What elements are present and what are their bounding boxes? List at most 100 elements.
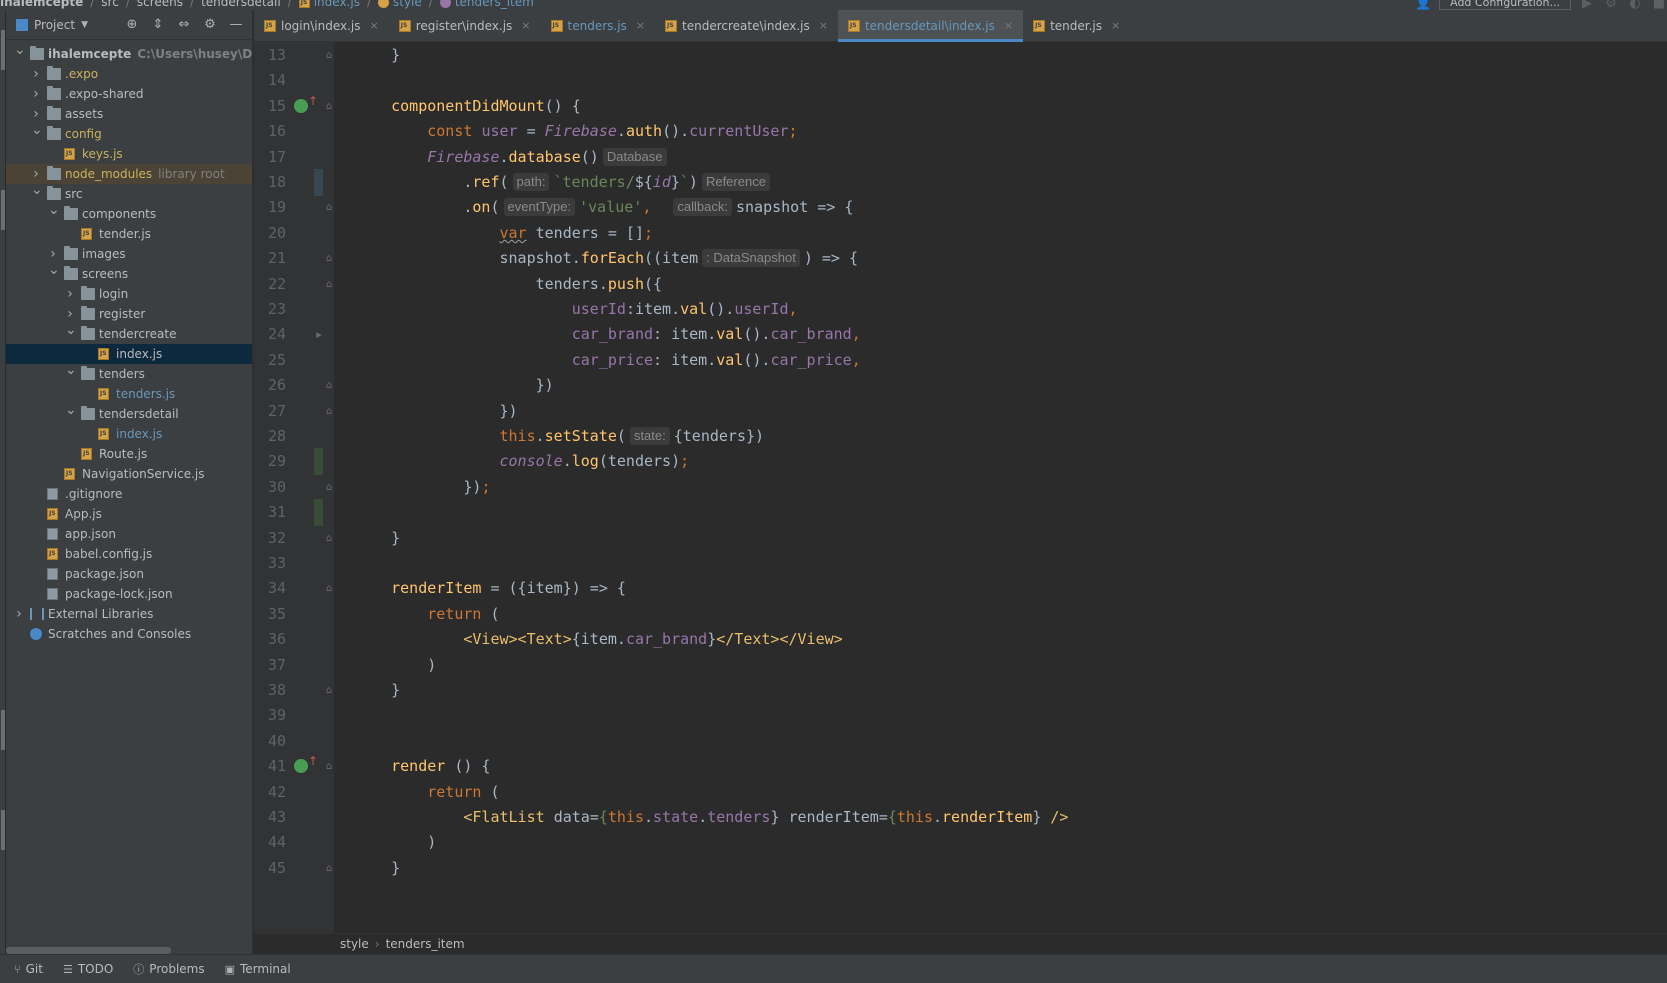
nav-crumb-tendersdetail[interactable]: tendersdetail — [201, 0, 281, 9]
gutter-line[interactable]: 23 — [254, 296, 334, 323]
chevron-down-icon[interactable]: ⌄ — [48, 200, 60, 220]
commit-tool-tab[interactable] — [1, 190, 5, 230]
collapse-all-icon[interactable]: ⇔ — [176, 17, 192, 33]
tree-item[interactable]: ⌄ src — [6, 182, 252, 204]
gutter-line[interactable]: 18 — [254, 169, 334, 196]
code-line[interactable]: tenders.push({ — [334, 271, 1667, 298]
chevron-right-icon[interactable]: › — [31, 64, 41, 84]
tree-item[interactable]: tender.js — [6, 224, 252, 244]
tree-item[interactable]: package-lock.json — [6, 584, 252, 604]
close-icon[interactable]: × — [370, 19, 379, 32]
tree-item[interactable]: keys.js — [6, 144, 252, 164]
gutter-line[interactable]: 31 — [254, 499, 334, 526]
code-line[interactable]: ) — [334, 829, 1667, 856]
gutter-line[interactable]: 20 — [254, 220, 334, 247]
fold-marker-icon[interactable]: ⌂ — [324, 93, 334, 120]
code-line[interactable]: ) — [334, 652, 1667, 679]
terminal-tool-button[interactable]: ▣ Terminal — [225, 962, 291, 976]
gutter-line[interactable]: 24 ▸ — [254, 321, 334, 348]
code-line[interactable]: } — [334, 525, 1667, 552]
code-line[interactable]: renderItem = ({item}) => { — [334, 575, 1667, 602]
stop-icon[interactable]: ■ — [1651, 0, 1667, 10]
tree-item[interactable]: › register — [6, 304, 252, 324]
code-line[interactable] — [334, 702, 1667, 729]
editor-tab[interactable]: login\index.js × — [254, 10, 389, 41]
code-line[interactable]: <FlatList data={this.state.tenders} rend… — [334, 804, 1667, 831]
editor-tab[interactable]: tendersdetail\index.js × — [837, 10, 1024, 42]
gutter-line[interactable]: 32 ⌂ — [254, 525, 334, 552]
close-icon[interactable]: × — [521, 19, 530, 32]
chevron-right-icon[interactable]: › — [31, 84, 41, 104]
nav-crumb-file[interactable]: index.js — [314, 0, 360, 9]
gutter-line[interactable]: 21 ⌂ — [254, 245, 334, 272]
tree-item[interactable]: › node_modules library root — [6, 164, 252, 184]
code-line[interactable]: }) — [334, 398, 1667, 425]
fold-expand-icon[interactable]: ▸ — [314, 321, 324, 348]
breadcrumb-style[interactable]: style — [340, 937, 369, 951]
fold-marker-icon[interactable]: ⌂ — [324, 245, 334, 272]
favorites-tool-tab[interactable] — [1, 810, 5, 850]
tree-item[interactable]: babel.config.js — [6, 544, 252, 564]
code-line[interactable]: userId:item.val().userId, — [334, 296, 1667, 323]
add-configuration-button[interactable]: Add Configuration... — [1439, 0, 1571, 10]
gutter-line[interactable]: 14 — [254, 67, 334, 94]
vcs-added-marker[interactable] — [314, 499, 323, 526]
project-title[interactable]: Project — [34, 18, 75, 32]
code-line[interactable]: .on(eventType:'value', callback: snapshot… — [334, 194, 1667, 221]
code-line[interactable]: var tenders = []; — [334, 220, 1667, 247]
gutter-line[interactable]: 15 ⌂ — [254, 93, 334, 120]
todo-tool-button[interactable]: ☰ TODO — [63, 962, 113, 976]
tree-scrollbar[interactable] — [6, 947, 171, 954]
tree-item[interactable]: › .expo-shared — [6, 84, 252, 104]
chevron-right-icon[interactable]: › — [65, 284, 75, 304]
nav-crumb-project[interactable]: ihalemcepte — [0, 0, 83, 9]
gutter-line[interactable]: 41 ⌂ — [254, 753, 334, 780]
gutter-line[interactable]: 37 — [254, 652, 334, 679]
tree-item[interactable]: Scratches and Consoles — [6, 624, 252, 644]
project-tool-tab[interactable] — [1, 30, 5, 70]
tree-item[interactable]: NavigationService.js — [6, 464, 252, 484]
chevron-down-icon[interactable]: ⌄ — [65, 320, 77, 340]
fold-marker-icon[interactable]: ⌂ — [324, 753, 334, 780]
editor-tab[interactable]: tendercreate\index.js × — [655, 10, 838, 41]
chevron-down-icon[interactable]: ⌄ — [14, 40, 26, 60]
fold-marker-icon[interactable]: ⌂ — [324, 372, 334, 399]
gutter-line[interactable]: 35 — [254, 601, 334, 628]
tree-item[interactable]: › login — [6, 284, 252, 304]
code-line[interactable]: console.log(tenders); — [334, 448, 1667, 475]
fold-marker-icon[interactable]: ⌂ — [324, 398, 334, 425]
fold-marker-icon[interactable]: ⌂ — [324, 474, 334, 501]
breadcrumb-tenders-item[interactable]: tenders_item — [386, 937, 465, 951]
code-line[interactable]: return ( — [334, 779, 1667, 806]
fold-marker-icon[interactable]: ⌂ — [324, 525, 334, 552]
close-icon[interactable]: × — [1004, 19, 1013, 32]
coverage-icon[interactable]: ◐ — [1627, 0, 1643, 10]
code-line[interactable]: car_price: item.val().car_price, — [334, 347, 1667, 374]
code-line[interactable]: car_brand: item.val().car_brand, — [334, 321, 1667, 348]
git-tool-button[interactable]: ⑂ Git — [14, 962, 43, 976]
tree-item[interactable]: app.json — [6, 524, 252, 544]
close-icon[interactable]: × — [636, 19, 645, 32]
nav-crumb-style[interactable]: style — [393, 0, 422, 9]
tree-item[interactable]: › assets — [6, 104, 252, 124]
fold-marker-icon[interactable]: ⌂ — [324, 42, 334, 69]
tree-item[interactable]: index.js — [6, 344, 252, 364]
tree-item[interactable]: › images — [6, 244, 252, 264]
locate-icon[interactable]: ⊕ — [124, 17, 140, 33]
gutter-line[interactable]: 42 — [254, 779, 334, 806]
code-line[interactable]: <View><Text>{item.car_brand}</Text></Vie… — [334, 626, 1667, 653]
tree-item[interactable]: App.js — [6, 504, 252, 524]
gutter-line[interactable]: 29 — [254, 448, 334, 475]
vcs-added-marker[interactable] — [314, 448, 323, 475]
run-icon[interactable]: ▶ — [1579, 0, 1595, 10]
tree-item[interactable]: › .expo — [6, 64, 252, 84]
tree-item[interactable]: tenders.js — [6, 384, 252, 404]
tree-item[interactable]: ⌄ components — [6, 202, 252, 224]
fold-marker-icon[interactable]: ⌂ — [324, 677, 334, 704]
gutter-line[interactable]: 19 ⌂ — [254, 194, 334, 221]
fold-marker-icon[interactable]: ⌂ — [324, 271, 334, 298]
code-line[interactable]: this.setState(state: {tenders}) — [334, 423, 1667, 450]
code-line[interactable] — [334, 728, 1667, 755]
code-line[interactable] — [334, 499, 1667, 526]
nav-crumb-screens[interactable]: screens — [137, 0, 183, 9]
